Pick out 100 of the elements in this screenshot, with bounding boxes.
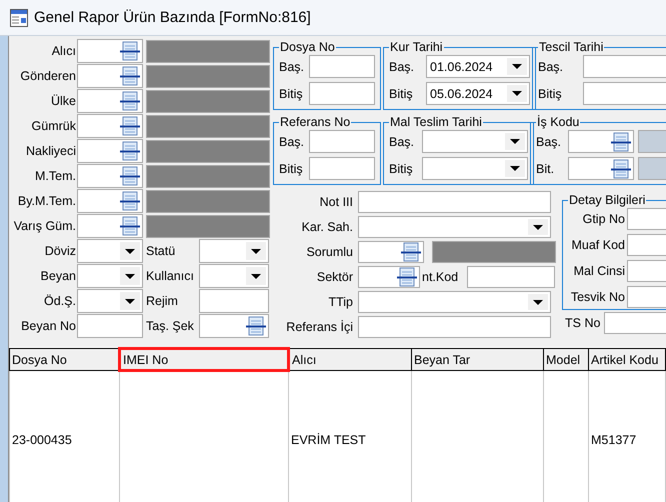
dropdown-field[interactable] — [77, 289, 143, 313]
lookup-field[interactable] — [77, 189, 143, 213]
text-field[interactable] — [358, 191, 551, 213]
field-label: Bitiş — [279, 160, 304, 178]
field-label: Nakliyeci — [24, 143, 77, 160]
dropdown-field[interactable] — [199, 264, 269, 288]
table-cell: EVRİM TEST — [291, 432, 366, 446]
lookup-field[interactable] — [77, 214, 143, 238]
field-label: Bitiş — [279, 86, 304, 103]
text-field[interactable] — [309, 130, 375, 153]
dropdown-field[interactable]: 05.06.2024 — [426, 82, 530, 105]
dropdown-field[interactable] — [77, 264, 143, 288]
text-field[interactable] — [309, 82, 375, 105]
text-field[interactable] — [583, 82, 666, 105]
field-label: Alıcı — [50, 43, 77, 60]
field-label: nt.Kod — [422, 269, 458, 286]
field-label: Tesvik No — [570, 289, 625, 306]
lookup-icon — [120, 191, 140, 211]
text-field[interactable] — [309, 157, 375, 180]
lookup-field[interactable] — [77, 64, 143, 88]
dropdown-field[interactable] — [422, 157, 528, 180]
column-header[interactable]: Beyan Tar — [412, 348, 544, 370]
text-field[interactable] — [309, 55, 375, 78]
lookup-field[interactable] — [199, 314, 269, 338]
caret-icon — [532, 224, 544, 230]
dropdown-field[interactable] — [199, 239, 269, 263]
field-label: Gümrük — [30, 118, 77, 135]
dropdown-field[interactable]: 01.06.2024 — [426, 55, 530, 78]
group-title: Detay Bilgileri — [568, 194, 646, 206]
table-cell: 23-000435 — [12, 432, 72, 446]
lookup-icon — [397, 267, 417, 287]
field-label: Baş. — [279, 134, 306, 151]
lookup-icon — [611, 132, 631, 152]
field-label: Gönderen — [19, 68, 77, 85]
group-title: Dosya No — [279, 41, 336, 53]
field-label: By.M.Tem. — [16, 193, 77, 210]
group-title: Tescil Tarihi — [538, 41, 604, 53]
lookup-icon — [120, 116, 140, 136]
field-label: Baş. — [538, 58, 564, 76]
lookup-field[interactable] — [358, 266, 420, 288]
text-field[interactable] — [467, 266, 556, 288]
caret-icon — [124, 298, 136, 304]
field-label: Kar. Sah. — [300, 219, 353, 236]
group-title: Mal Teslim Tarihi — [389, 116, 483, 128]
column-header[interactable]: Model — [544, 348, 588, 370]
group-title: İş Kodu — [536, 116, 580, 128]
field-label: Beyan — [40, 268, 77, 285]
field-label: M.Tem. — [34, 168, 77, 185]
lookup-field[interactable] — [568, 157, 634, 180]
lookup-field[interactable] — [77, 89, 143, 113]
group-title: Kur Tarihi — [389, 41, 444, 53]
caret-icon — [250, 248, 262, 254]
window-title: Genel Rapor Ürün Bazında [FormNo:816] — [34, 9, 311, 26]
field-label: TS No — [565, 315, 600, 332]
caret-icon — [532, 298, 544, 306]
field-label: Bitiş — [389, 160, 414, 178]
caret-icon — [511, 90, 523, 97]
column-header[interactable]: IMEI No — [120, 348, 288, 370]
caret-icon — [509, 165, 521, 172]
column-header[interactable]: Alıcı — [288, 348, 412, 370]
field-label: Mal Cinsi — [572, 263, 625, 280]
column-header[interactable]: Dosya No — [10, 348, 120, 370]
lookup-field[interactable] — [77, 164, 143, 188]
lookup-field[interactable] — [77, 114, 143, 138]
lookup-icon — [120, 216, 140, 236]
dropdown-field[interactable] — [358, 291, 551, 313]
field-label: Sektör — [316, 269, 353, 286]
column-header[interactable]: Artikel Kodu — [588, 348, 666, 370]
text-field[interactable] — [604, 312, 666, 334]
table-cell: M51377 — [591, 432, 636, 446]
field-label: Referans İçi — [285, 319, 353, 336]
text-field[interactable] — [358, 316, 551, 338]
field-label: Döviz — [44, 243, 77, 260]
lookup-field[interactable] — [568, 130, 634, 153]
lookup-field[interactable] — [358, 241, 424, 263]
caret-icon — [124, 272, 136, 280]
dropdown-field[interactable] — [422, 130, 528, 153]
caret-icon — [511, 63, 523, 70]
field-label: Beyan No — [20, 318, 77, 335]
dropdown-field[interactable] — [358, 216, 551, 238]
text-field[interactable] — [77, 314, 143, 338]
caret-icon — [124, 248, 136, 254]
lookup-icon — [120, 166, 140, 186]
field-label: Not III — [318, 194, 353, 211]
lookup-field[interactable] — [77, 39, 143, 63]
field-label: Rejim — [146, 293, 179, 310]
text-field[interactable] — [199, 289, 269, 313]
lookup-field[interactable] — [77, 139, 143, 163]
lookup-icon — [246, 316, 266, 336]
field-label: Bit. — [536, 160, 556, 178]
form-icon — [10, 8, 28, 26]
dropdown-field[interactable] — [77, 239, 143, 263]
lookup-icon — [120, 41, 140, 61]
group-title: Referans No — [279, 116, 352, 128]
field-label: Kullanıcı — [146, 268, 195, 285]
field-label: Varış Güm. — [12, 218, 77, 235]
text-field[interactable] — [583, 55, 666, 78]
lookup-icon — [120, 141, 140, 161]
lookup-icon — [120, 91, 140, 111]
field-label: Ülke — [50, 93, 77, 110]
